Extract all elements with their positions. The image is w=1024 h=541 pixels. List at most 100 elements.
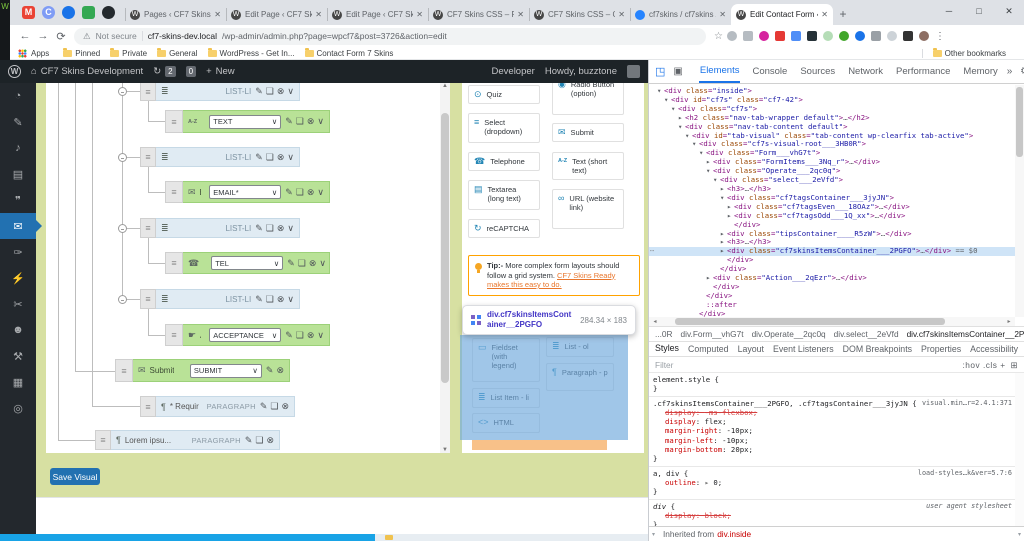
- dom-tree-node[interactable]: </div>: [649, 256, 1015, 265]
- drag-handle[interactable]: ≡: [140, 289, 156, 309]
- comments-link[interactable]: 0: [186, 66, 196, 77]
- collapse-toggle-icon[interactable]: [118, 224, 127, 233]
- copy-icon[interactable]: ❏: [296, 116, 304, 127]
- sidebar-item-users[interactable]: ☻: [0, 317, 36, 343]
- form-row-submit[interactable]: ≡✉SubmitSUBMIT∨✎⊗: [115, 359, 290, 382]
- drag-handle[interactable]: ≡: [140, 147, 156, 167]
- blue-ext-icon[interactable]: [791, 31, 801, 41]
- chevron-icon[interactable]: ∨: [319, 258, 326, 269]
- browser-tab[interactable]: cf7skins / cf7skins / sing✕: [630, 4, 731, 25]
- styles-tab-layout[interactable]: Layout: [738, 341, 764, 357]
- updates-link[interactable]: ↻2: [153, 66, 175, 77]
- collapse-toggle-icon[interactable]: [118, 87, 127, 96]
- edit-icon[interactable]: ✎: [285, 116, 293, 127]
- copy-icon[interactable]: ❏: [266, 152, 274, 163]
- sidebar-item-tools[interactable]: ⚒: [0, 343, 36, 369]
- tab-close-icon[interactable]: ✕: [517, 10, 524, 19]
- maximize-button[interactable]: □: [964, 0, 994, 25]
- styles-tab-accessibility[interactable]: Accessibility: [970, 341, 1018, 357]
- field-type-select[interactable]: SUBMIT∨: [190, 364, 262, 378]
- devtools-vertical-scrollbar[interactable]: [1015, 85, 1024, 317]
- delete-icon[interactable]: ⊗: [281, 401, 289, 412]
- css-property[interactable]: display: flex;: [653, 417, 1011, 426]
- other-bookmarks[interactable]: Other bookmarks: [933, 49, 1006, 58]
- new-tab-button[interactable]: +: [833, 7, 853, 25]
- palette-card-text[interactable]: A-ZText (short text): [552, 152, 624, 180]
- breadcrumb-item[interactable]: div.select__2eVfd: [834, 329, 899, 339]
- styles-tab-dom-breakpoints[interactable]: DOM Breakpoints: [843, 341, 912, 357]
- forward-button[interactable]: →: [34, 30, 52, 42]
- sidebar-item-dashboard[interactable]: ◔: [0, 83, 36, 109]
- edit-icon[interactable]: ✎: [260, 401, 268, 412]
- collapse-toggle-icon[interactable]: [118, 153, 127, 162]
- drag-handle[interactable]: ≡: [140, 83, 156, 101]
- devtools-tab-performance[interactable]: Performance: [895, 61, 951, 82]
- app-blue-icon[interactable]: [62, 6, 75, 19]
- edit-icon[interactable]: ✎: [285, 330, 293, 341]
- drag-handle[interactable]: ≡: [140, 218, 156, 238]
- drag-handle[interactable]: ≡: [95, 430, 111, 450]
- devtools-horizontal-scrollbar[interactable]: ◂▸: [649, 317, 1015, 326]
- css-property[interactable]: display: -ms-flexbox;: [653, 408, 1011, 417]
- reload-button[interactable]: ⟳: [52, 30, 70, 43]
- edit-icon[interactable]: ✎: [255, 294, 263, 305]
- sidebar-item-plugins[interactable]: ⚡: [0, 265, 36, 291]
- copy-icon[interactable]: ❏: [296, 330, 304, 341]
- dom-tree-node[interactable]: </div>: [649, 310, 1015, 317]
- palette-card-submitcard[interactable]: ✉Submit: [552, 123, 624, 142]
- profile-icon[interactable]: [919, 31, 929, 41]
- styles-tab-styles[interactable]: Styles: [655, 341, 679, 357]
- sidebar-item-posts[interactable]: ✎: [0, 109, 36, 135]
- device-toolbar-icon[interactable]: ▣: [673, 66, 682, 77]
- tab-close-icon[interactable]: ✕: [719, 10, 726, 19]
- css-property[interactable]: outline: ▸ 0;: [653, 478, 1011, 487]
- drag-handle[interactable]: ≡: [165, 324, 183, 346]
- drag-handle[interactable]: ≡: [165, 252, 183, 274]
- tab-close-icon[interactable]: ✕: [618, 10, 625, 19]
- app-photos-icon[interactable]: [82, 6, 95, 19]
- copy-icon[interactable]: ❏: [255, 435, 263, 446]
- developer-menu[interactable]: Developer: [492, 66, 535, 77]
- frame-ext-icon[interactable]: [871, 31, 881, 41]
- bookmark-star-icon[interactable]: ☆: [714, 31, 723, 42]
- copy-icon[interactable]: ❏: [266, 223, 274, 234]
- devtools-tab-sources[interactable]: Sources: [799, 61, 836, 82]
- sidebar-item-settings[interactable]: ▦: [0, 369, 36, 395]
- browser-tab[interactable]: WCF7 Skins CSS – Folders✕: [428, 4, 529, 25]
- clock-ext-icon[interactable]: [887, 31, 897, 41]
- copy-icon[interactable]: ❏: [270, 401, 278, 412]
- delete-icon[interactable]: ⊗: [266, 435, 274, 446]
- delete-icon[interactable]: ⊗: [307, 330, 315, 341]
- css-property[interactable]: margin-right: -10px;: [653, 426, 1011, 435]
- palette-card-radio[interactable]: ◉Radio Button (option): [552, 83, 624, 115]
- apps-grid-icon[interactable]: [18, 49, 27, 58]
- app-circle-icon[interactable]: C: [42, 6, 55, 19]
- sidebar-item-contact[interactable]: ✉: [0, 213, 36, 239]
- dom-tree-node[interactable]: ▸<div class="cf7tagsOdd___1Q_xx">…</div>: [649, 212, 1015, 221]
- css-property[interactable]: margin-left: -10px;: [653, 436, 1011, 445]
- form-row-li4[interactable]: ≡≣LIST-LI✎❏⊗∨: [140, 289, 300, 309]
- drag-handle[interactable]: ≡: [115, 359, 133, 382]
- tab-close-icon[interactable]: ✕: [214, 10, 221, 19]
- dom-tree-node[interactable]: </div>: [649, 283, 1015, 292]
- hov-cls-toggles[interactable]: :hov .cls +: [962, 360, 1005, 370]
- browser-tab[interactable]: WEdit Page ‹ CF7 Skins Te✕: [327, 4, 428, 25]
- gmail-icon[interactable]: M: [22, 6, 35, 19]
- form-row-name[interactable]: ≡A-ZNameTEXT∨✎❏⊗∨: [165, 110, 330, 133]
- css-property[interactable]: margin-bottom: 20px;: [653, 445, 1011, 454]
- styles-rules[interactable]: element.style {}visual.min…r=2.4.1:371.c…: [649, 373, 1015, 526]
- close-button[interactable]: ✕: [994, 0, 1024, 25]
- pin-ext-icon[interactable]: [903, 31, 913, 41]
- computed-pane-icon[interactable]: ⊞: [1011, 360, 1018, 370]
- tab-close-icon[interactable]: ✕: [315, 10, 322, 19]
- form-row-email[interactable]: ≡✉EmailEMAIL*∨✎❏⊗∨: [165, 181, 330, 203]
- form-row-acceptance[interactable]: ≡☛Acceptance ...ACCEPTANCE∨✎❏⊗∨: [165, 324, 330, 346]
- chevron-icon[interactable]: ∨: [287, 223, 294, 234]
- chevron-icon[interactable]: ∨: [317, 116, 324, 127]
- form-row-phone[interactable]: ≡☎PhoneTEL∨✎❏⊗∨: [165, 252, 330, 274]
- dom-tree-node[interactable]: ▾<div class="select___2eVfd">: [649, 176, 1015, 185]
- avatar[interactable]: [627, 65, 640, 78]
- css-property[interactable]: display: block;: [653, 511, 1011, 520]
- css-rule[interactable]: load-styles…k&ver=5.7:6a, div {outline: …: [649, 467, 1015, 500]
- dark-ext-icon[interactable]: [807, 31, 817, 41]
